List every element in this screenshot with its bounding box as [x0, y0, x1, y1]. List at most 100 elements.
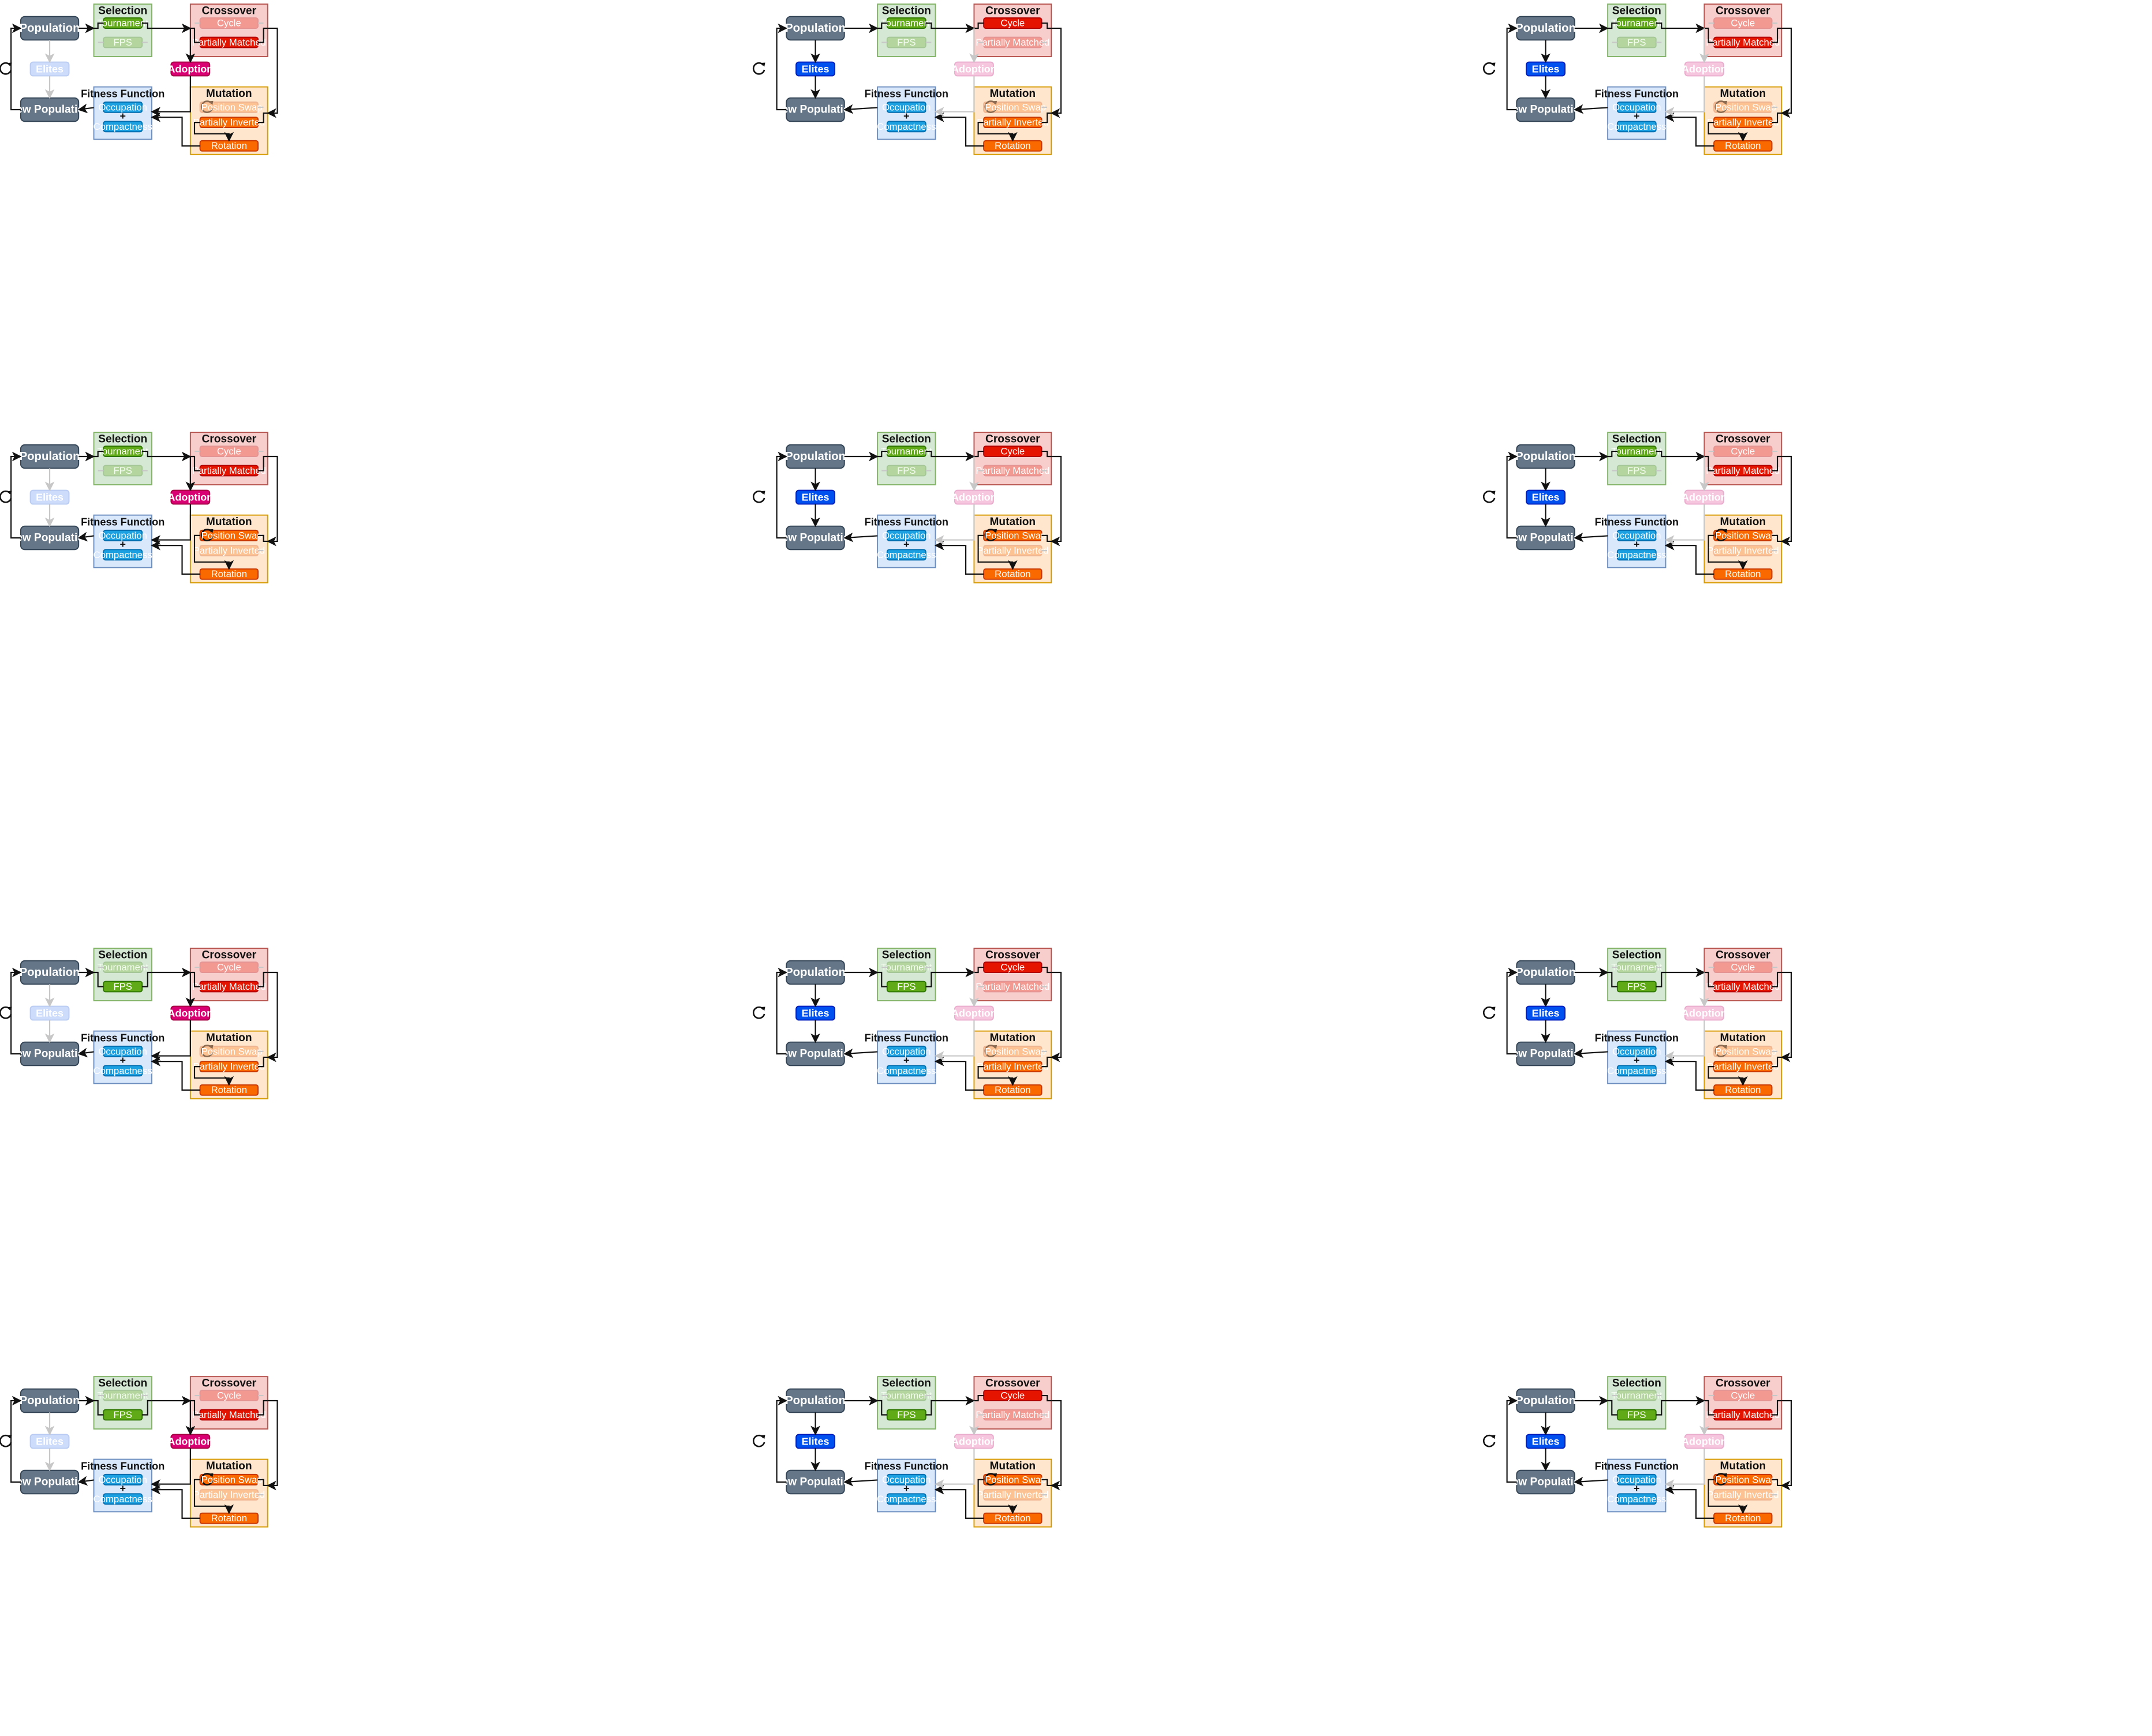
compactness-label: Compactness [1607, 121, 1666, 132]
fps-label: FPS [897, 981, 916, 992]
diagram-panel-r3c3: Population New Population Elites SelectionT… [1482, 948, 1792, 1099]
new-population-label: New Population [8, 1476, 91, 1488]
tournament-label: Tournament [881, 446, 932, 457]
fitness-function-title: Fitness Function [81, 88, 165, 100]
loop-connector [776, 451, 788, 539]
cycle-label: Cycle [217, 18, 241, 29]
selection-title: Selection [98, 949, 147, 961]
cycle-label: Cycle [1731, 1390, 1755, 1401]
tournament-label: Tournament [881, 18, 932, 29]
crossover-to-mutation-arrow [1050, 1400, 1062, 1491]
elites-label: Elites [1532, 1008, 1560, 1019]
crossover-to-mutation-arrow [266, 1400, 278, 1491]
fps-label: FPS [113, 465, 132, 476]
position-swap-label: Position Swap [985, 1474, 1046, 1485]
adoption-label: Adoption [951, 1436, 997, 1447]
diagram-panel-r4c2: Population New Population Elites SelectionT… [752, 1376, 1062, 1528]
cycle-label: Cycle [1000, 1390, 1025, 1401]
mutation-title: Mutation [990, 1460, 1036, 1472]
population-label: Population [785, 1394, 846, 1407]
position-swap-label: Position Swap [201, 1474, 263, 1485]
partially-inverted-label: Partially Inverted [193, 117, 265, 128]
tournament-label: Tournament [98, 446, 149, 457]
adoption-label: Adoption [1682, 1436, 1727, 1447]
loop-arrow-icon [0, 1006, 12, 1019]
selection-title: Selection [882, 1378, 931, 1390]
partially-inverted-label: Partially Inverted [193, 1490, 265, 1501]
selection-title: Selection [98, 433, 147, 446]
adoption-label: Adoption [951, 492, 997, 503]
loop-arrow-icon [1482, 62, 1496, 75]
loop-arrow-icon [0, 1434, 12, 1447]
partially-inverted-label: Partially Inverted [977, 1061, 1049, 1072]
plus-sign: + [903, 110, 909, 122]
diagram-panel-r3c2: Population New Population Elites SelectionT… [752, 948, 1062, 1099]
partially-matched-label: Partially Matched [192, 981, 266, 992]
plus-sign: + [903, 538, 909, 550]
partially-matched-label: Partially Matched [192, 37, 266, 48]
crossover-to-mutation-arrow [1050, 455, 1062, 547]
partially-inverted-label: Partially Inverted [977, 545, 1049, 556]
rotation-label: Rotation [995, 568, 1030, 579]
loop-connector [10, 451, 22, 539]
population-label: Population [1515, 22, 1576, 35]
loop-connector [1506, 23, 1518, 111]
selection-title: Selection [882, 949, 931, 961]
cycle-label: Cycle [1000, 18, 1025, 29]
elites-label: Elites [1532, 1436, 1560, 1447]
selection-title: Selection [98, 5, 147, 17]
cycle-label: Cycle [1731, 446, 1755, 457]
plus-sign: + [119, 1483, 125, 1494]
fps-label: FPS [1627, 1409, 1646, 1420]
new-population-label: New Population [1504, 1476, 1587, 1488]
mutation-title: Mutation [1720, 516, 1766, 528]
adoption-label: Adoption [1682, 63, 1727, 75]
rotation-label: Rotation [211, 568, 247, 579]
new-population-label: New Population [8, 532, 91, 544]
crossover-to-mutation-arrow [266, 27, 278, 118]
fps-label: FPS [897, 37, 916, 48]
crossover-title: Crossover [201, 433, 256, 446]
elites-label: Elites [802, 1008, 830, 1019]
population-label: Population [20, 1394, 80, 1407]
loop-arrow-icon [752, 490, 765, 503]
rotation-label: Rotation [1725, 568, 1761, 579]
adoption-label: Adoption [1682, 1008, 1727, 1019]
crossover-title: Crossover [201, 949, 256, 961]
rotation-label: Rotation [211, 140, 247, 151]
partially-inverted-label: Partially Inverted [977, 117, 1049, 128]
position-swap-label: Position Swap [1715, 1046, 1776, 1057]
rotation-label: Rotation [1725, 1513, 1761, 1524]
selection-title: Selection [1612, 949, 1661, 961]
plus-sign: + [119, 538, 125, 550]
crossover-title: Crossover [1716, 433, 1770, 446]
loop-connector [776, 967, 788, 1055]
adoption-label: Adoption [951, 1008, 997, 1019]
loop-connector [1506, 451, 1518, 539]
partially-inverted-label: Partially Inverted [1707, 545, 1779, 556]
elites-label: Elites [36, 1008, 63, 1019]
tournament-label: Tournament [1611, 18, 1662, 29]
compactness-label: Compactness [94, 1065, 152, 1076]
adoption-label: Adoption [168, 492, 214, 503]
compactness-label: Compactness [877, 1065, 936, 1076]
loop-arrow-icon [0, 490, 12, 503]
new-population-label: New Population [1504, 532, 1587, 544]
fps-label: FPS [897, 1409, 916, 1420]
crossover-to-mutation-arrow [266, 455, 278, 547]
new-population-label: New Population [8, 1048, 91, 1060]
loop-arrow-icon [752, 62, 765, 75]
crossover-title: Crossover [985, 949, 1040, 961]
cycle-label: Cycle [217, 1390, 241, 1401]
position-swap-label: Position Swap [201, 1046, 263, 1057]
tournament-label: Tournament [98, 1390, 149, 1401]
fps-label: FPS [1627, 37, 1646, 48]
diagram-panel-r2c1: Population New Population Elites SelectionT… [0, 432, 278, 583]
selection-title: Selection [882, 433, 931, 446]
crossover-to-mutation-arrow [1050, 971, 1062, 1062]
plus-sign: + [1634, 1483, 1639, 1494]
plus-sign: + [119, 1054, 125, 1066]
loop-connector [1506, 967, 1518, 1055]
elites-label: Elites [36, 1436, 63, 1447]
plus-sign: + [903, 1483, 909, 1494]
